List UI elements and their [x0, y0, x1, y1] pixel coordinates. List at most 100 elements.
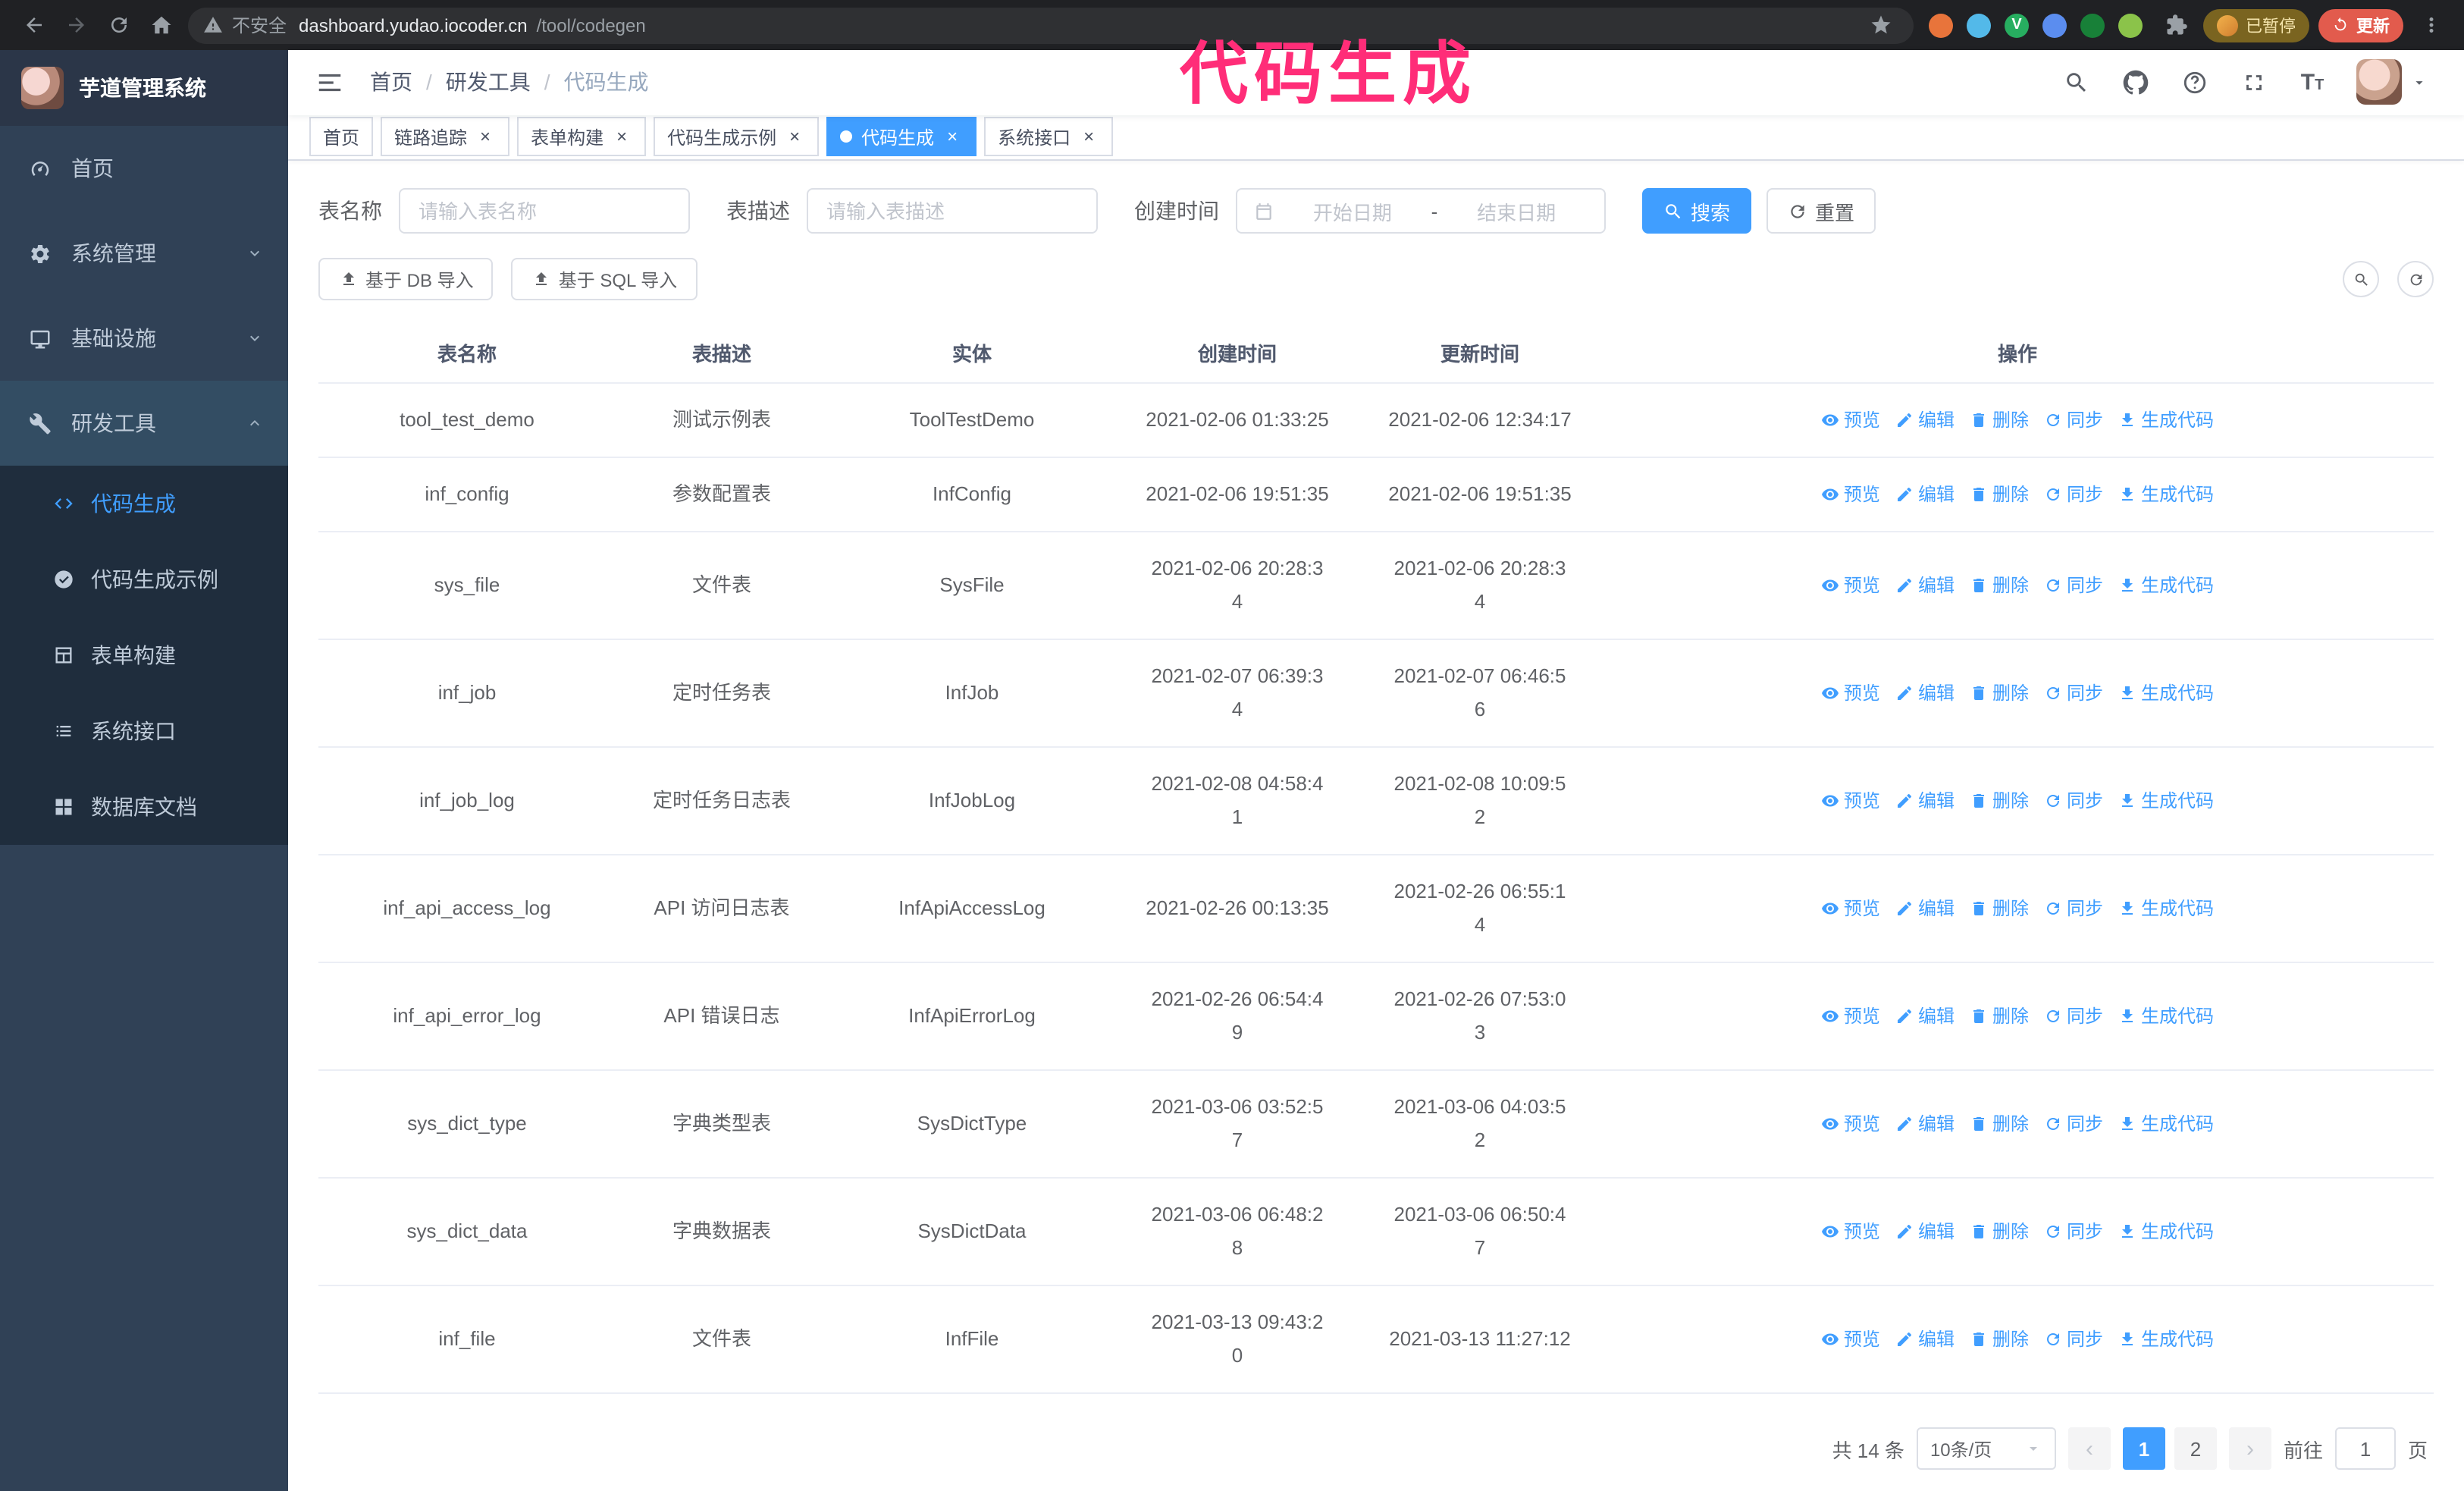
row-action-edit[interactable]: 编辑: [1895, 1000, 1955, 1033]
sidebar-subitem-codegen[interactable]: 代码生成: [0, 466, 288, 541]
fox-extension-icon[interactable]: [1929, 13, 1953, 37]
prev-page-button[interactable]: ‹: [2067, 1427, 2111, 1470]
row-action-download[interactable]: 生成代码: [2118, 1000, 2214, 1033]
row-action-delete[interactable]: 删除: [1970, 478, 2029, 511]
hamburger-icon[interactable]: [312, 66, 346, 99]
row-action-edit[interactable]: 编辑: [1895, 478, 1955, 511]
sidebar-subitem-db-doc[interactable]: 数据库文档: [0, 769, 288, 845]
sidebar-item-devtools[interactable]: 研发工具: [0, 381, 288, 466]
row-action-delete[interactable]: 删除: [1970, 892, 2029, 925]
row-action-eye[interactable]: 预览: [1821, 1323, 1880, 1356]
close-tab-icon[interactable]: ×: [611, 127, 632, 148]
tab-首页[interactable]: 首页: [309, 117, 374, 157]
sheets-extension-icon[interactable]: [2080, 13, 2105, 37]
breadcrumb-item[interactable]: 首页: [370, 67, 412, 98]
app-logo[interactable]: 芋道管理系统: [0, 50, 288, 126]
extensions-puzzle-icon[interactable]: [2158, 7, 2194, 43]
row-action-sync[interactable]: 同步: [2044, 892, 2103, 925]
row-action-delete[interactable]: 删除: [1970, 784, 2029, 818]
row-action-edit[interactable]: 编辑: [1895, 1215, 1955, 1248]
security-label[interactable]: 不安全: [232, 12, 287, 38]
sidebar-item-system[interactable]: 系统管理: [0, 211, 288, 296]
fullscreen-icon[interactable]: [2238, 67, 2268, 98]
row-action-edit[interactable]: 编辑: [1895, 1323, 1955, 1356]
row-action-download[interactable]: 生成代码: [2118, 403, 2214, 437]
page-button-2[interactable]: 2: [2174, 1427, 2217, 1470]
row-action-delete[interactable]: 删除: [1970, 1215, 2029, 1248]
back-icon[interactable]: [15, 7, 52, 43]
tab-表单构建[interactable]: 表单构建 ×: [517, 117, 647, 157]
paw-extension-icon[interactable]: [2118, 13, 2143, 37]
search-icon[interactable]: [2061, 67, 2091, 98]
kebab-menu-icon[interactable]: [2412, 7, 2449, 43]
row-action-edit[interactable]: 编辑: [1895, 403, 1955, 437]
row-action-eye[interactable]: 预览: [1821, 784, 1880, 818]
refresh-table-button[interactable]: [2397, 261, 2434, 297]
row-action-download[interactable]: 生成代码: [2118, 1323, 2214, 1356]
home-icon[interactable]: [143, 7, 179, 43]
bookmark-star-icon[interactable]: [1862, 7, 1898, 43]
row-action-eye[interactable]: 预览: [1821, 1107, 1880, 1141]
row-action-edit[interactable]: 编辑: [1895, 1107, 1955, 1141]
row-action-delete[interactable]: 删除: [1970, 676, 2029, 710]
tab-链路追踪[interactable]: 链路追踪 ×: [381, 117, 510, 157]
tab-系统接口[interactable]: 系统接口 ×: [984, 117, 1114, 157]
row-action-download[interactable]: 生成代码: [2118, 676, 2214, 710]
address-bar[interactable]: 不安全 dashboard.yudao.iocoder.cn/tool/code…: [188, 7, 1914, 43]
sidebar-subitem-system-api[interactable]: 系统接口: [0, 693, 288, 769]
page-button-1[interactable]: 1: [2122, 1427, 2165, 1470]
row-action-delete[interactable]: 删除: [1970, 1323, 2029, 1356]
tab-代码生成示例[interactable]: 代码生成示例 ×: [654, 117, 820, 157]
import-sql-button[interactable]: 基于 SQL 导入: [511, 258, 698, 300]
row-action-sync[interactable]: 同步: [2044, 478, 2103, 511]
update-button[interactable]: 更新: [2318, 8, 2403, 42]
row-action-eye[interactable]: 预览: [1821, 403, 1880, 437]
tab-代码生成[interactable]: 代码生成 ×: [826, 117, 977, 157]
page-size-select[interactable]: 10条/页: [1916, 1427, 2056, 1470]
search-button[interactable]: 搜索: [1642, 188, 1752, 234]
row-action-delete[interactable]: 删除: [1970, 1000, 2029, 1033]
close-tab-icon[interactable]: ×: [784, 127, 805, 148]
row-action-edit[interactable]: 编辑: [1895, 676, 1955, 710]
row-action-sync[interactable]: 同步: [2044, 403, 2103, 437]
v-badge-extension-icon[interactable]: V: [2005, 13, 2029, 37]
reload-icon[interactable]: [100, 7, 136, 43]
table-desc-input[interactable]: [807, 188, 1098, 234]
sidebar-subitem-codegen-example[interactable]: 代码生成示例: [0, 541, 288, 617]
sidebar-item-infrastructure[interactable]: 基础设施: [0, 296, 288, 381]
font-size-icon[interactable]: TT: [2297, 67, 2328, 98]
github-icon[interactable]: [2120, 67, 2150, 98]
row-action-sync[interactable]: 同步: [2044, 1000, 2103, 1033]
row-action-sync[interactable]: 同步: [2044, 784, 2103, 818]
contacts-extension-icon[interactable]: [2042, 13, 2067, 37]
row-action-edit[interactable]: 编辑: [1895, 569, 1955, 602]
table-name-input[interactable]: [399, 188, 690, 234]
toggle-search-button[interactable]: [2343, 261, 2379, 297]
water-drop-extension-icon[interactable]: [1967, 13, 1991, 37]
row-action-eye[interactable]: 预览: [1821, 1000, 1880, 1033]
row-action-eye[interactable]: 预览: [1821, 892, 1880, 925]
close-tab-icon[interactable]: ×: [942, 127, 963, 148]
row-action-delete[interactable]: 删除: [1970, 569, 2029, 602]
sidebar-item-home[interactable]: 首页: [0, 126, 288, 211]
row-action-eye[interactable]: 预览: [1821, 1215, 1880, 1248]
date-range-input[interactable]: 开始日期 - 结束日期: [1236, 188, 1606, 234]
goto-page-input[interactable]: [2334, 1427, 2396, 1470]
row-action-delete[interactable]: 删除: [1970, 403, 2029, 437]
question-icon[interactable]: [2179, 67, 2209, 98]
profile-paused-badge[interactable]: 已暂停: [2203, 8, 2309, 42]
breadcrumb-item[interactable]: 研发工具: [446, 67, 531, 98]
reset-button[interactable]: 重置: [1766, 188, 1876, 234]
sidebar-subitem-form-builder[interactable]: 表单构建: [0, 617, 288, 693]
row-action-download[interactable]: 生成代码: [2118, 1215, 2214, 1248]
import-db-button[interactable]: 基于 DB 导入: [318, 258, 494, 300]
row-action-eye[interactable]: 预览: [1821, 569, 1880, 602]
forward-icon[interactable]: [58, 7, 94, 43]
user-menu[interactable]: [2356, 59, 2428, 105]
row-action-sync[interactable]: 同步: [2044, 1107, 2103, 1141]
row-action-edit[interactable]: 编辑: [1895, 892, 1955, 925]
row-action-eye[interactable]: 预览: [1821, 676, 1880, 710]
close-tab-icon[interactable]: ×: [1078, 127, 1099, 148]
row-action-download[interactable]: 生成代码: [2118, 1107, 2214, 1141]
row-action-sync[interactable]: 同步: [2044, 676, 2103, 710]
